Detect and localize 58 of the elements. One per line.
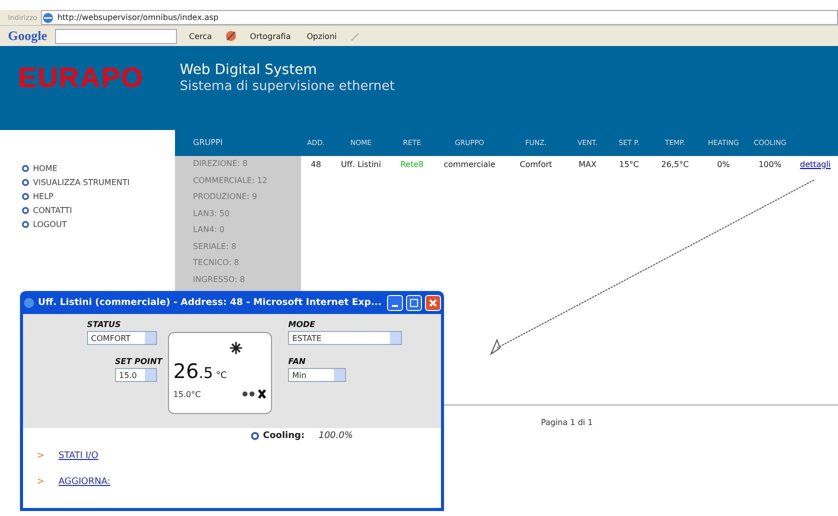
nav-link[interactable]: CONTATTI (33, 206, 72, 215)
bullet-icon (251, 432, 259, 440)
nav-link[interactable]: LOGOUT (33, 220, 67, 229)
options-button[interactable]: Opzioni (302, 32, 341, 40)
bullet-icon (22, 193, 29, 200)
status-dropdown[interactable]: COMFORT (87, 331, 157, 345)
table-cell-text: 100% (758, 160, 782, 168)
snowflake-icon (229, 341, 244, 355)
field-label: MODE (288, 320, 316, 329)
search-field[interactable] (55, 28, 177, 44)
close-button[interactable] (425, 294, 441, 310)
bullet-icon (22, 179, 29, 186)
link-marker: > (37, 477, 45, 487)
nav-link[interactable]: HOME (33, 164, 58, 173)
table-cell-text: 26,5°C (660, 160, 690, 168)
mode-dropdown[interactable]: ESTATE (288, 331, 402, 345)
browser-icon (23, 296, 35, 308)
address-field[interactable]: http://websupervisor/omnibus/index.asp (41, 10, 838, 25)
field-label: STATUS (87, 320, 121, 329)
close-icon (429, 298, 437, 306)
fan-dropdown[interactable]: Min (288, 368, 346, 382)
table-cell-text: commerciale (442, 160, 496, 168)
detail-link[interactable]: dettagli (794, 160, 838, 168)
cooling-value: 100.0% (318, 431, 353, 441)
popup-link[interactable]: AGGIORNA: (58, 477, 110, 487)
block-icon[interactable] (224, 29, 238, 43)
table-cell-text: 0% (716, 160, 731, 168)
minimize-icon (392, 304, 398, 306)
table-cell-text: 48 (310, 160, 322, 168)
table-cell-text: Uff. Listini (340, 160, 382, 168)
window-title: Uff. Listini (commerciale) - Address: 48 - Microsoft Internet Exp... (38, 297, 382, 308)
table-cell-text: Comfort (518, 160, 554, 168)
field-label: FAN (288, 357, 306, 366)
nav-link[interactable]: VISUALIZZA STRUMENTI (33, 178, 130, 187)
site-subtitle: Sistema di supervisione ethernet (180, 79, 395, 94)
field-label: SET POINT (115, 357, 162, 366)
groups-heading: GRUPPI (175, 130, 301, 156)
spellcheck-button[interactable]: Ortografia (246, 32, 295, 40)
table-cell-text: Rete8 (399, 160, 425, 168)
bullet-icon (22, 165, 29, 172)
cooling-label: Cooling: (263, 431, 305, 441)
maximize-button[interactable] (406, 294, 422, 310)
nav-link[interactable]: HELP (33, 192, 54, 201)
pagination-text: Pagina 1 di 1 (541, 418, 593, 427)
setpoint-dropdown[interactable]: 15.0 (115, 368, 157, 382)
popup-link[interactable]: STATI I/O (58, 451, 98, 461)
bullet-icon (22, 221, 29, 228)
table-cell-text: 15°C (618, 160, 640, 168)
minimize-button[interactable] (387, 294, 403, 310)
search-button[interactable]: Cerca (185, 32, 216, 40)
bullet-icon (22, 207, 29, 214)
site-title: Web Digital System (180, 62, 317, 78)
maximize-icon (410, 298, 418, 306)
link-marker: > (37, 451, 45, 461)
setpoint-reading: 15.0°C (173, 390, 201, 398)
google-logo[interactable]: Google (8, 28, 47, 44)
logo: EURAPO (18, 62, 144, 92)
table-cell-text: MAX (578, 160, 598, 168)
